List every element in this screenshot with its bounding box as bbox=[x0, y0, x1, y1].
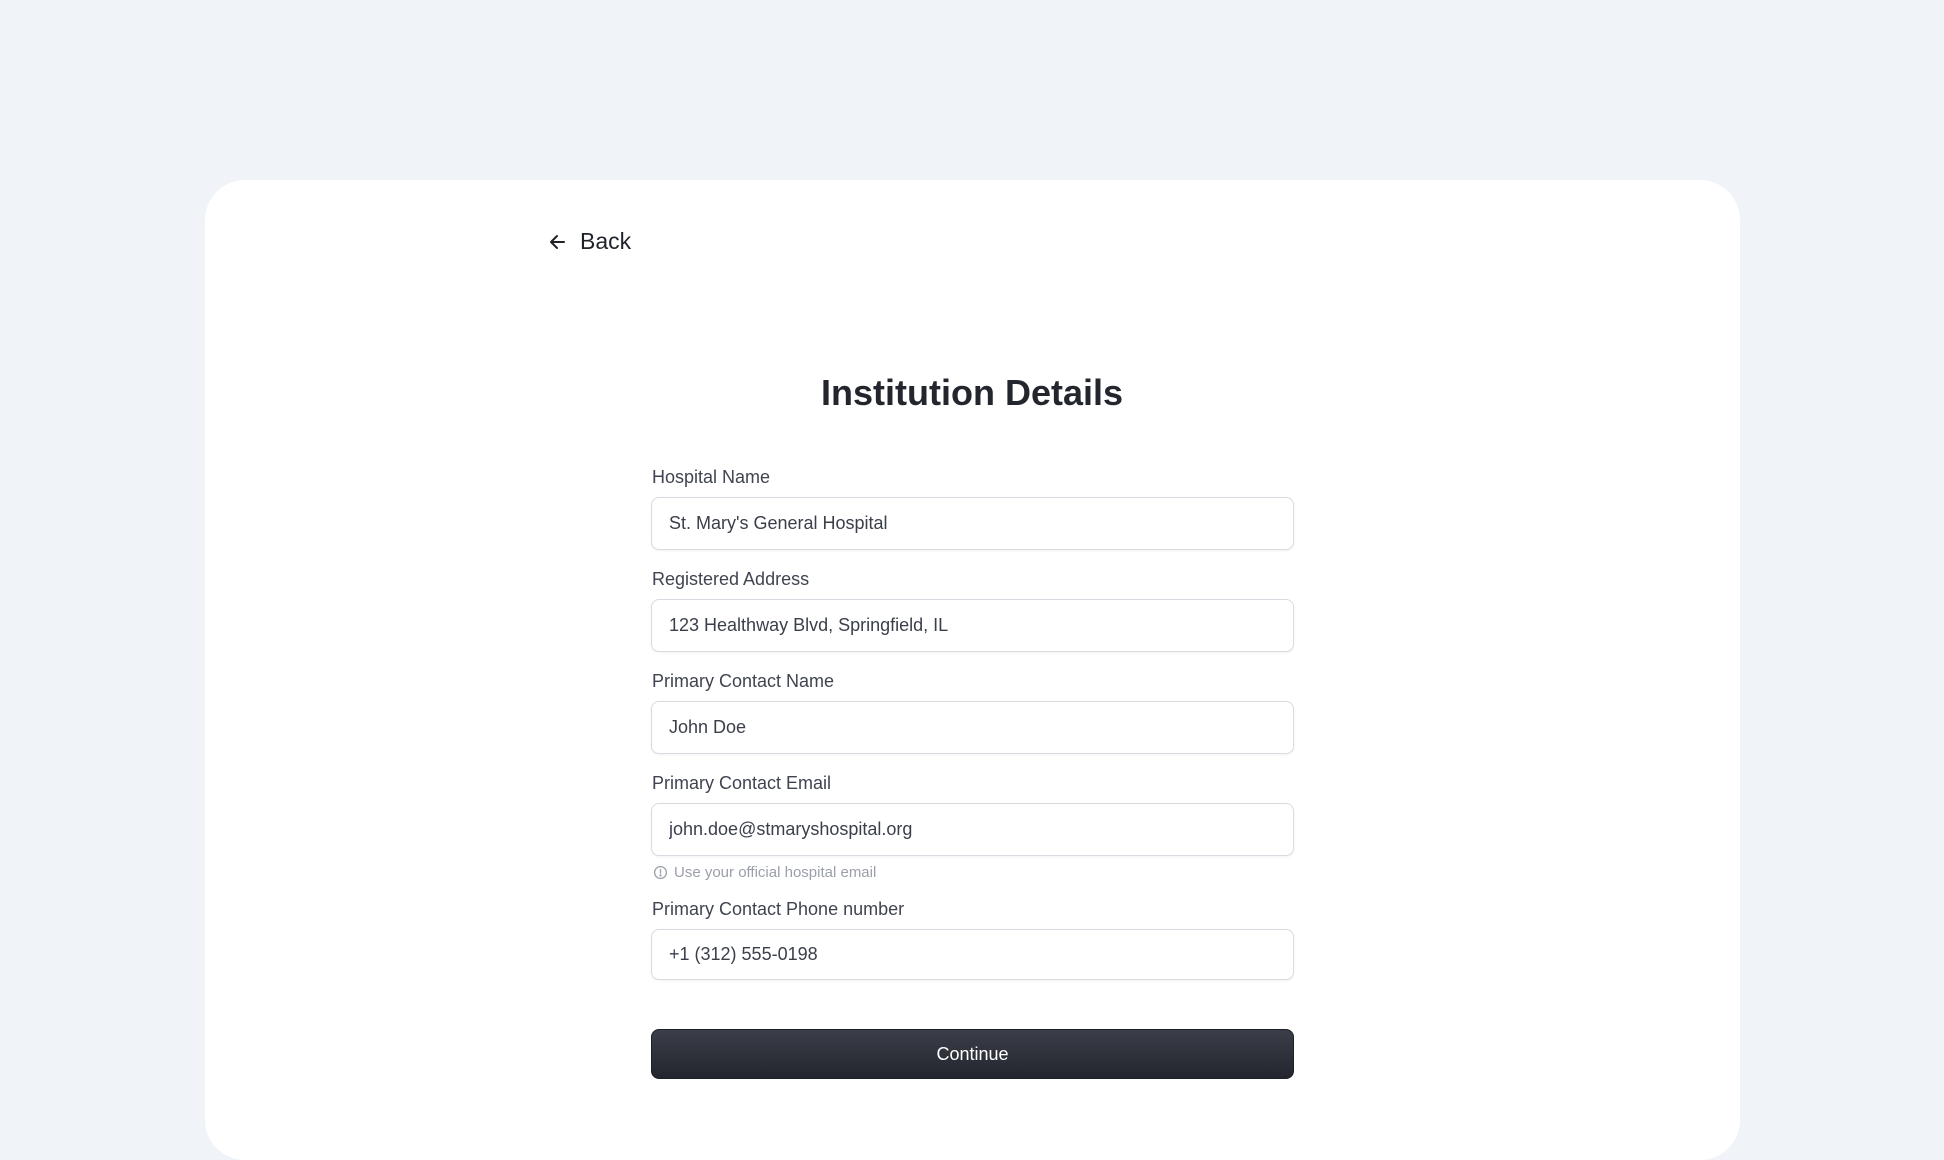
primary-contact-name-input-box[interactable] bbox=[651, 701, 1294, 754]
primary-contact-phone-input-box[interactable] bbox=[651, 929, 1294, 980]
arrow-left-icon bbox=[550, 234, 565, 249]
hospital-name-label: Hospital Name bbox=[652, 467, 771, 487]
institution-form: Hospital Name Registered Address Primary… bbox=[651, 466, 1294, 980]
hospital-name-field: Hospital Name bbox=[651, 466, 1294, 568]
info-circle-icon bbox=[653, 865, 668, 879]
primary-contact-phone-label: Primary Contact Phone number bbox=[652, 899, 905, 919]
back-label: Back bbox=[580, 228, 632, 254]
primary-contact-phone-field: Primary Contact Phone number bbox=[651, 898, 1294, 980]
primary-contact-phone-input[interactable] bbox=[669, 944, 1276, 965]
primary-contact-email-input[interactable] bbox=[669, 819, 1276, 840]
registered-address-label: Registered Address bbox=[652, 569, 810, 589]
hospital-name-input-box[interactable] bbox=[651, 497, 1294, 550]
registered-address-input[interactable] bbox=[669, 615, 1276, 636]
primary-contact-email-field: Primary Contact Email Use your official … bbox=[651, 772, 1294, 898]
email-hint-text: Use your official hospital email bbox=[674, 863, 877, 881]
primary-contact-email-input-box[interactable] bbox=[651, 803, 1294, 856]
back-button[interactable]: Back bbox=[548, 228, 631, 255]
hospital-name-input[interactable] bbox=[669, 513, 1276, 534]
primary-contact-name-label: Primary Contact Name bbox=[652, 671, 835, 691]
email-hint: Use your official hospital email bbox=[653, 862, 1294, 882]
page-title: Institution Details bbox=[820, 372, 1123, 413]
primary-contact-name-input[interactable] bbox=[669, 717, 1276, 738]
primary-contact-name-field: Primary Contact Name bbox=[651, 670, 1294, 772]
registered-address-field: Registered Address bbox=[651, 568, 1294, 670]
continue-button[interactable]: Continue bbox=[651, 1029, 1294, 1079]
primary-contact-email-label: Primary Contact Email bbox=[652, 773, 832, 793]
registered-address-input-box[interactable] bbox=[651, 599, 1294, 652]
